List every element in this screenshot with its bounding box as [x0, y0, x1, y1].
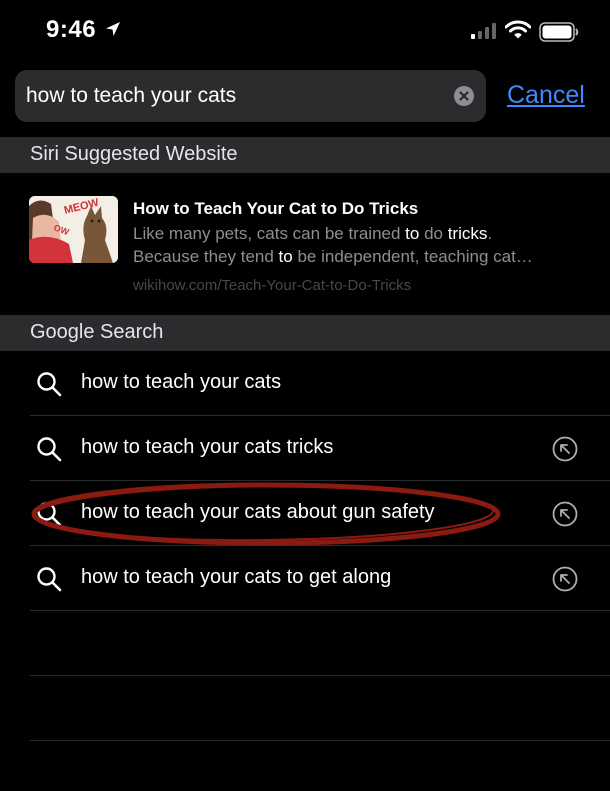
desc-highlight: to — [278, 247, 293, 266]
desc-text: be independent, teaching cat… — [292, 247, 533, 266]
fill-search-arrow-icon[interactable] — [552, 566, 578, 597]
desc-text: Because they tend — [133, 247, 279, 266]
result-thumbnail: MEOW OW — [29, 196, 118, 263]
result-description-line-1: Like many pets, cats can be trained to d… — [133, 222, 583, 245]
fill-search-arrow-icon[interactable] — [552, 501, 578, 532]
search-field[interactable]: how to teach your cats — [15, 70, 486, 122]
result-description: Like many pets, cats can be trained to d… — [133, 222, 583, 268]
empty-row — [30, 611, 610, 676]
suggestion-row[interactable]: how to teach your cats about gun safety — [30, 481, 610, 546]
search-icon — [36, 436, 62, 467]
clear-icon[interactable] — [454, 86, 474, 111]
suggestion-label: how to teach your cats — [81, 371, 282, 393]
desc-text: Like many pets, cats can be trained — [133, 224, 406, 243]
result-title: How to Teach Your Cat to Do Tricks — [133, 199, 419, 218]
suggestion-row[interactable]: how to teach your cats — [30, 351, 610, 416]
empty-row — [30, 676, 610, 741]
search-icon — [36, 566, 62, 597]
suggestion-label: how to teach your cats tricks — [81, 436, 334, 458]
siri-section-title: Siri Suggested Website — [30, 143, 238, 165]
suggestion-label: how to teach your cats about gun safety — [81, 501, 435, 523]
cancel-button[interactable]: Cancel — [507, 81, 585, 110]
desc-highlight: to — [405, 224, 420, 243]
suggestion-label: how to teach your cats to get along — [81, 566, 392, 588]
search-input[interactable]: how to teach your cats — [26, 84, 236, 108]
wifi-icon — [504, 20, 532, 45]
cellular-signal-icon — [470, 22, 498, 45]
desc-text: do — [419, 224, 448, 243]
location-arrow-icon — [104, 20, 122, 43]
google-section-title: Google Search — [30, 321, 164, 343]
siri-section-header: Siri Suggested Website — [0, 137, 610, 173]
desc-text: . — [487, 224, 493, 243]
search-icon — [36, 371, 62, 402]
suggestion-row[interactable]: how to teach your cats to get along — [30, 546, 610, 611]
search-icon — [36, 501, 62, 532]
result-url: wikihow.com/Teach-Your-Cat-to-Do-Tricks — [133, 277, 412, 294]
result-description-line-2: Because they tend to be independent, tea… — [133, 245, 583, 268]
suggestion-row[interactable]: how to teach your cats tricks — [30, 416, 610, 481]
desc-highlight: tricks — [447, 224, 488, 243]
battery-icon — [539, 22, 579, 47]
google-section-header: Google Search — [0, 315, 610, 351]
status-bar: 9:46 — [0, 0, 610, 64]
fill-search-arrow-icon[interactable] — [552, 436, 578, 467]
status-time: 9:46 — [46, 16, 97, 43]
